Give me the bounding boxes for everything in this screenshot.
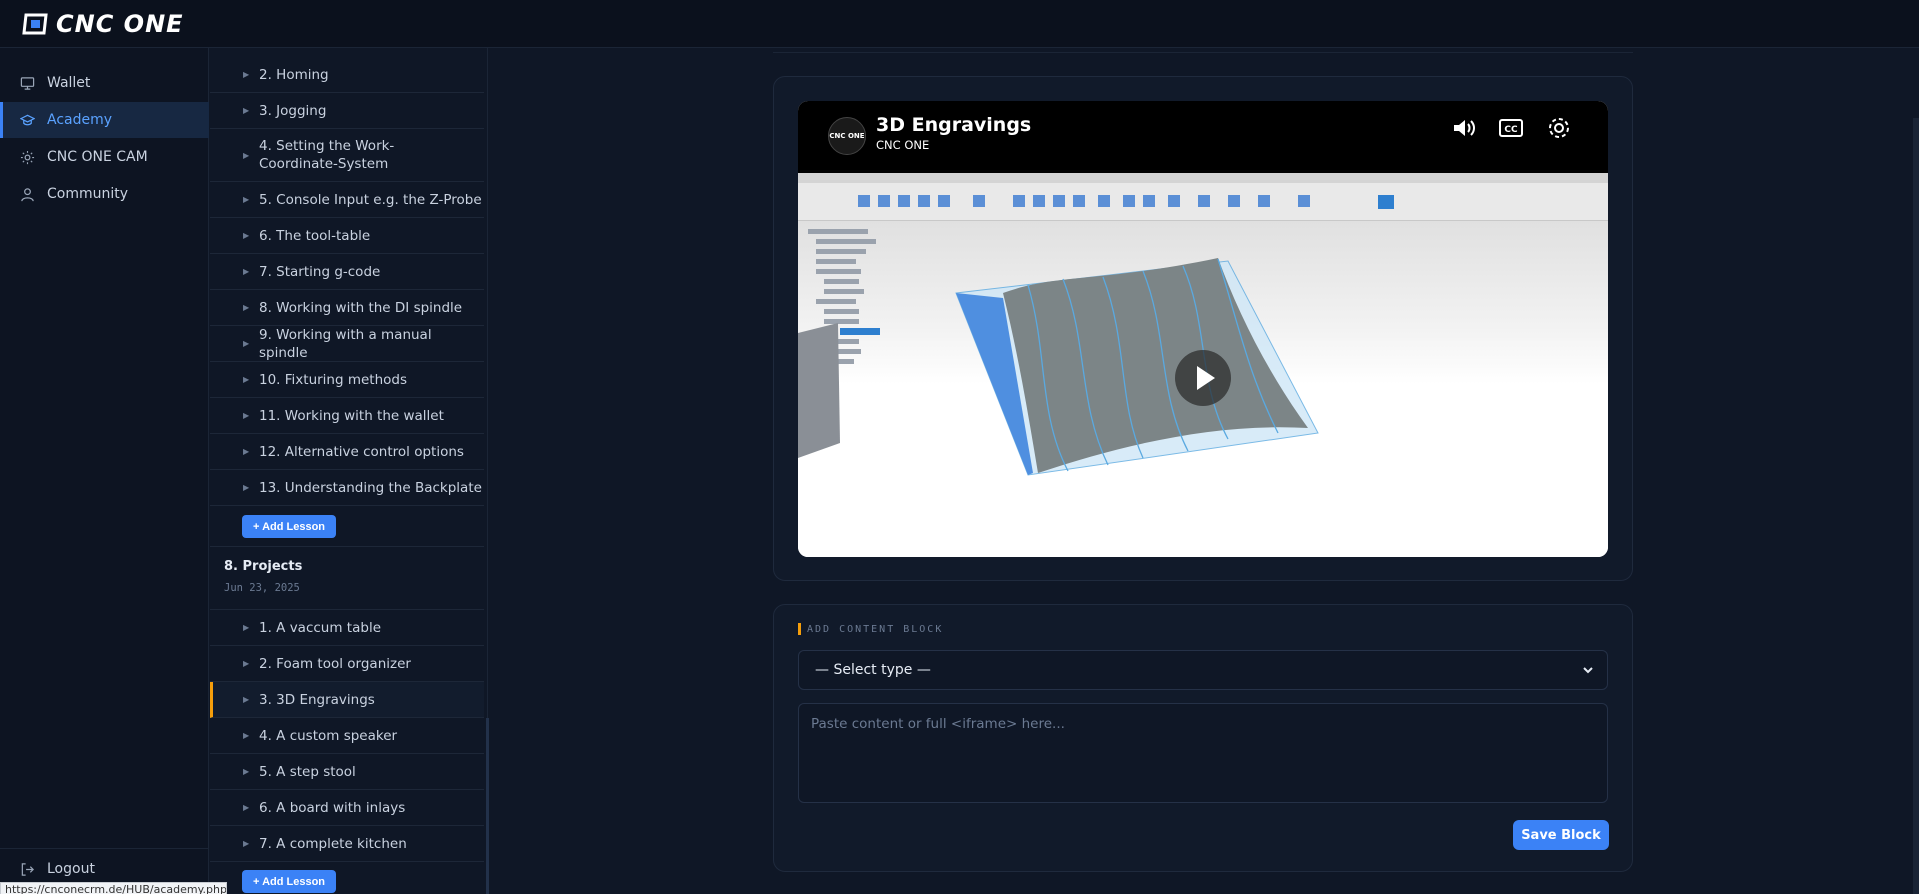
video-embed[interactable]: CNC ONE 3D Engravings CNC ONE CC [798,101,1608,557]
avatar[interactable]: CNC ONE [828,117,866,155]
save-block-button[interactable]: Save Block [1513,820,1609,850]
nav-divider [0,848,209,849]
main-divider [773,52,1633,53]
cnc-logo-icon [22,13,48,34]
captions-icon[interactable]: CC [1498,115,1524,141]
brand-name: CNC ONE [56,9,184,38]
caret-right-icon: ▶ [243,70,250,79]
volume-icon[interactable] [1450,115,1476,141]
content-textarea[interactable]: Paste content or full <iframe> here... [798,703,1608,803]
add-lesson-button[interactable]: + Add Lesson [242,515,337,538]
section-date: Jun 23, 2025 [224,582,300,594]
section-divider [210,546,484,547]
list-item[interactable]: ▶ 13. Understanding the Backplate [210,470,484,506]
caret-right-icon: ▶ [243,106,250,115]
caret-right-icon: ▶ [243,731,250,740]
caret-right-icon: ▶ [243,483,250,492]
caret-right-icon: ▶ [243,195,250,204]
list-item-current[interactable]: ▶ 3. 3D Engravings [210,682,484,718]
video-title[interactable]: 3D Engravings [876,114,1031,136]
list-item[interactable]: ▶ 5. A step stool [210,754,484,790]
caret-right-icon: ▶ [243,767,250,776]
list-item[interactable]: ▶ 7. Starting g-code [210,254,484,290]
caret-right-icon: ▶ [243,375,250,384]
caret-right-icon: ▶ [243,659,250,668]
add-content-block-label: ADD CONTENT BLOCK [807,624,944,635]
graduation-cap-icon [20,114,35,125]
sun-icon [20,150,35,164]
brand-logo[interactable]: CNC ONE [22,10,184,38]
user-icon [21,187,34,201]
caret-right-icon: ▶ [243,339,250,348]
sidebar-nav: Wallet Academy CNC ONE CAM Community Log… [0,48,209,894]
sidebar-item-label: Wallet [47,75,91,91]
list-item[interactable]: ▶ 3. Jogging [210,93,484,129]
caret-right-icon: ▶ [243,447,250,456]
list-item[interactable]: ▶ 1. A vaccum table [210,610,484,646]
chevron-down-icon [1583,667,1593,674]
video-header: CNC ONE 3D Engravings CNC ONE CC [798,101,1608,173]
section-title: 8. Projects [224,559,303,574]
caret-right-icon: ▶ [243,695,250,704]
lesson-scrollbar[interactable] [486,718,489,894]
lesson-list: ▶ 2. Homing ▶ 3. Jogging ▶ 4. Setting the W… [210,48,488,894]
play-icon [1197,366,1215,390]
caret-right-icon: ▶ [243,150,250,160]
caret-right-icon: ▶ [243,267,250,276]
add-lesson-button[interactable]: + Add Lesson [242,870,337,893]
sidebar-item-label: Community [47,186,129,202]
status-bar-url: https://cnconecrm.de/HUB/academy.php [0,882,227,894]
sidebar-item-label: Academy [47,112,113,128]
video-channel[interactable]: CNC ONE [876,138,929,152]
caret-right-icon: ▶ [243,839,250,848]
content-type-select[interactable]: — Select type — [798,650,1608,690]
caret-right-icon: ▶ [243,231,250,240]
page-scrollbar[interactable] [1913,118,1919,894]
gear-icon[interactable] [1546,115,1572,141]
list-item[interactable]: ▶ 4. Setting the Work-Coordinate-System [210,129,484,182]
logout-icon [21,862,34,876]
sidebar-item-wallet[interactable]: Wallet [0,65,209,101]
list-item[interactable]: ▶ 4. A custom speaker [210,718,484,754]
logout-label: Logout [47,861,95,877]
monitor-icon [20,76,35,90]
video-thumbnail[interactable] [798,173,1608,557]
top-bar: CNC ONE [0,0,1919,48]
sidebar-item-label: CNC ONE CAM [47,149,148,165]
list-item[interactable]: ▶ 6. The tool-table [210,218,484,254]
list-item[interactable]: ▶ 7. A complete kitchen [210,826,484,862]
list-item[interactable]: ▶ 12. Alternative control options [210,434,484,470]
caret-right-icon: ▶ [243,303,250,312]
caret-right-icon: ▶ [243,623,250,632]
sidebar-item-community[interactable]: Community [0,176,209,212]
label-accent-bar [798,623,801,635]
play-button[interactable] [1175,350,1231,406]
list-item[interactable]: ▶ 9. Working with a manual spindle [210,326,484,362]
list-item[interactable]: ▶ 2. Homing [210,57,484,93]
list-item[interactable]: ▶ 6. A board with inlays [210,790,484,826]
select-value: — Select type — [815,662,931,678]
sidebar-item-cnc-one-cam[interactable]: CNC ONE CAM [0,139,209,175]
list-item[interactable]: ▶ 10. Fixturing methods [210,362,484,398]
svg-text:CC: CC [1504,125,1518,135]
list-item[interactable]: ▶ 11. Working with the wallet [210,398,484,434]
sidebar-item-academy[interactable]: Academy [0,102,209,138]
caret-right-icon: ▶ [243,803,250,812]
list-item[interactable]: ▶ 5. Console Input e.g. the Z-Probe [210,182,484,218]
list-item[interactable]: ▶ 8. Working with the DI spindle [210,290,484,326]
textarea-placeholder: Paste content or full <iframe> here... [811,716,1065,732]
caret-right-icon: ▶ [243,411,250,420]
list-item[interactable]: ▶ 2. Foam tool organizer [210,646,484,682]
